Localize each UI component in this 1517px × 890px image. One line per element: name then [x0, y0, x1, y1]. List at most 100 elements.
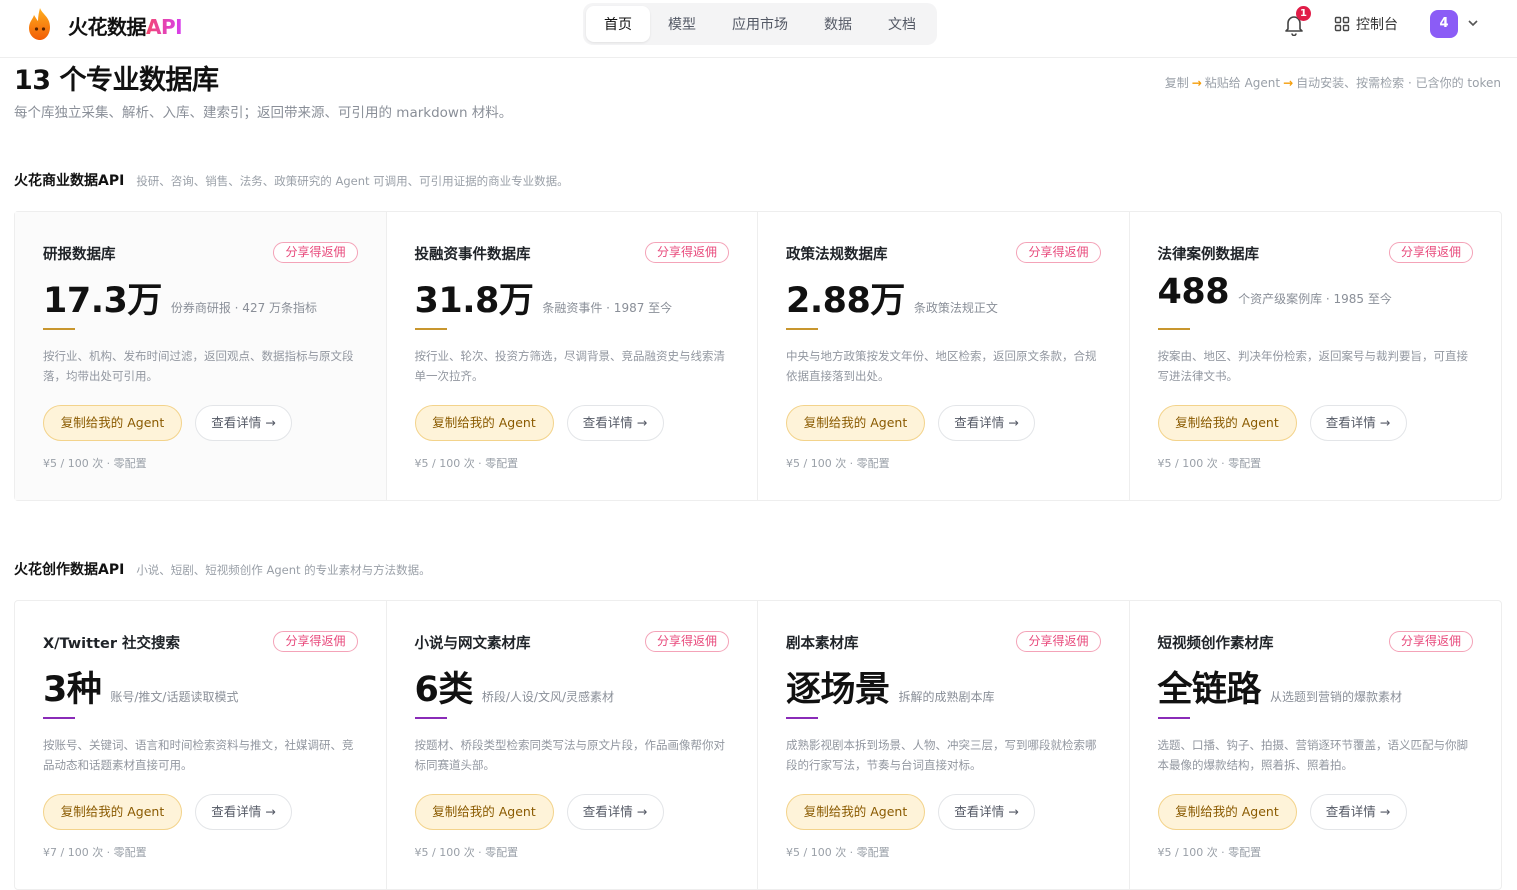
view-details-button[interactable]: 查看详情 →	[938, 794, 1035, 830]
card-title: 短视频创作素材库	[1157, 636, 1274, 652]
card-description: 中央与地方政策按发文年份、地区检索，返回原文条款，合规依据直接落到出处。	[786, 349, 1097, 383]
share-rebate-badge[interactable]: 分享得返佣	[1388, 631, 1473, 652]
card-description: 按案由、地区、判决年份检索，返回案号与裁判要旨，可直接写进法律文书。	[1157, 349, 1469, 383]
share-rebate-badge[interactable]: 分享得返佣	[273, 631, 358, 652]
share-rebate-badge[interactable]: 分享得返佣	[1388, 242, 1473, 263]
card-description: 按题材、桥段类型检索同类写法与原文片段，作品画像帮你对标同赛道头部。	[414, 738, 726, 772]
price-info: ¥5 / 100 次 · 零配置	[1157, 457, 1262, 470]
price-info: ¥5 / 100 次 · 零配置	[786, 457, 890, 470]
card-description: 成熟影视剧本拆到场景、人物、冲突三层，写到哪段就检索哪段的行家写法，节奏与台词直…	[786, 738, 1097, 772]
database-card[interactable]: 短视频创作素材库 分享得返佣 全链路 从选题到营销的爆款素材 选题、口播、钩子、…	[1130, 601, 1502, 889]
nav-item-home[interactable]: 首页	[586, 6, 650, 42]
card-stat: 31.8万 条融资事件 · 1987 至今	[415, 272, 673, 323]
usage-step-paste: 粘贴给 Agent	[1204, 76, 1281, 90]
view-details-button[interactable]: 查看详情 →	[1309, 405, 1407, 441]
price-info: ¥5 / 100 次 · 零配置	[786, 846, 890, 859]
database-card[interactable]: X/Twitter 社交搜索 分享得返佣 3种 账号/推文/话题读取模式 按账号…	[15, 601, 387, 889]
card-stat: 488 个资产级案例库 · 1985 至今	[1158, 272, 1392, 312]
share-rebate-badge[interactable]: 分享得返佣	[273, 242, 358, 263]
view-details-button[interactable]: 查看详情 →	[195, 405, 292, 441]
share-rebate-badge[interactable]: 分享得返佣	[644, 242, 729, 263]
view-details-button[interactable]: 查看详情 →	[938, 405, 1035, 441]
card-stat: 全链路 从选题到营销的爆款素材	[1158, 661, 1403, 712]
stat-value: 3种	[43, 670, 102, 710]
share-rebate-badge[interactable]: 分享得返佣	[1016, 242, 1101, 263]
flame-logo-icon[interactable]	[24, 6, 56, 42]
section-title: 火花创作数据API	[14, 562, 125, 578]
copy-to-agent-button[interactable]: 复制给我的 Agent	[786, 405, 925, 441]
section-description: 投研、咨询、销售、法务、政策研究的 Agent 可调用、可引用证据的商业专业数据…	[136, 174, 569, 188]
price-info: ¥5 / 100 次 · 零配置	[414, 846, 519, 859]
copy-to-agent-button[interactable]: 复制给我的 Agent	[1157, 794, 1297, 830]
view-details-button[interactable]: 查看详情 →	[1309, 794, 1407, 830]
usage-steps: 复制 → 粘贴给 Agent → 自动安装、按需检索 · 已含你的 token	[1165, 74, 1501, 91]
notification-badge: 1	[1296, 6, 1311, 21]
stat-value: 31.8万	[414, 281, 534, 321]
stat-label: 从选题到营销的爆款素材	[1270, 690, 1403, 704]
accent-divider	[43, 717, 75, 719]
database-card[interactable]: 政策法规数据库 分享得返佣 2.88万 条政策法规正文 中央与地方政策按发文年份…	[758, 212, 1130, 500]
copy-to-agent-button[interactable]: 复制给我的 Agent	[43, 794, 182, 830]
card-title: 研报数据库	[43, 247, 116, 263]
stat-label: 条政策法规正文	[913, 301, 998, 315]
section-header-creative: 火花创作数据API 小说、短剧、短视频创作 Agent 的专业素材与方法数据。	[14, 559, 431, 579]
stat-label: 份券商研报 · 427 万条指标	[170, 301, 318, 315]
stat-label: 拆解的成熟剧本库	[898, 690, 995, 704]
usage-step-install: 自动安装、按需检索 · 已含你的 token	[1296, 76, 1501, 90]
copy-to-agent-button[interactable]: 复制给我的 Agent	[414, 405, 554, 441]
page-title: 13 个专业数据库	[14, 65, 219, 96]
view-details-button[interactable]: 查看详情 →	[566, 405, 664, 441]
section-header-business: 火花商业数据API 投研、咨询、销售、法务、政策研究的 Agent 可调用、可引…	[14, 170, 569, 190]
copy-to-agent-button[interactable]: 复制给我的 Agent	[786, 794, 925, 830]
card-grid-business: 研报数据库 分享得返佣 17.3万 份券商研报 · 427 万条指标 按行业、机…	[14, 211, 1502, 501]
avatar[interactable]: 4	[1430, 10, 1458, 38]
share-rebate-badge[interactable]: 分享得返佣	[644, 631, 729, 652]
accent-divider	[1157, 717, 1190, 719]
stat-value: 6类	[414, 670, 474, 710]
console-link[interactable]: 控制台	[1334, 14, 1398, 34]
stat-label: 桥段/人设/文风/灵感素材	[481, 690, 614, 704]
nav-item-models[interactable]: 模型	[650, 6, 714, 42]
stat-value: 2.88万	[786, 281, 905, 321]
section-title: 火花商业数据API	[14, 173, 125, 189]
copy-to-agent-button[interactable]: 复制给我的 Agent	[414, 794, 554, 830]
top-bar: 火花数据API 首页 模型 应用市场 数据 文档 1 控制台 4	[0, 0, 1517, 58]
copy-to-agent-button[interactable]: 复制给我的 Agent	[1157, 405, 1297, 441]
stat-label: 个资产级案例库 · 1985 至今	[1238, 292, 1392, 306]
database-card[interactable]: 剧本素材库 分享得返佣 逐场景 拆解的成熟剧本库 成熟影视剧本拆到场景、人物、冲…	[758, 601, 1130, 889]
main-nav: 首页 模型 应用市场 数据 文档	[583, 3, 937, 45]
price-info: ¥5 / 100 次 · 零配置	[43, 457, 147, 470]
card-title: 小说与网文素材库	[414, 636, 531, 652]
copy-to-agent-button[interactable]: 复制给我的 Agent	[43, 405, 182, 441]
card-description: 按行业、轮次、投资方筛选，尽调背景、竞品融资史与线索清单一次拉齐。	[414, 349, 726, 383]
accent-divider	[43, 328, 75, 330]
chevron-down-icon[interactable]	[1466, 16, 1480, 30]
database-card[interactable]: 研报数据库 分享得返佣 17.3万 份券商研报 · 427 万条指标 按行业、机…	[15, 212, 387, 500]
card-description: 按账号、关键词、语言和时间检索资料与推文，社媒调研、竞品动态和话题素材直接可用。	[43, 738, 354, 772]
stat-value: 17.3万	[43, 281, 162, 321]
nav-item-docs[interactable]: 文档	[870, 6, 934, 42]
nav-item-app-market[interactable]: 应用市场	[714, 6, 806, 42]
database-card[interactable]: 小说与网文素材库 分享得返佣 6类 桥段/人设/文风/灵感素材 按题材、桥段类型…	[387, 601, 758, 889]
grid-icon	[1334, 16, 1350, 32]
arrow-right-icon: →	[1191, 75, 1202, 90]
card-description: 按行业、机构、发布时间过滤，返回观点、数据指标与原文段落，均带出处可引用。	[43, 349, 354, 383]
database-card[interactable]: 投融资事件数据库 分享得返佣 31.8万 条融资事件 · 1987 至今 按行业…	[387, 212, 758, 500]
price-info: ¥5 / 100 次 · 零配置	[414, 457, 519, 470]
page-subtitle: 每个库独立采集、解析、入库、建索引；返回带来源、可引用的 markdown 材料…	[14, 105, 513, 121]
stat-label: 条融资事件 · 1987 至今	[542, 301, 673, 315]
console-label: 控制台	[1356, 17, 1398, 33]
price-info: ¥7 / 100 次 · 零配置	[43, 846, 147, 859]
stat-value: 全链路	[1157, 670, 1262, 710]
arrow-right-icon: →	[1283, 75, 1294, 90]
card-title: 剧本素材库	[786, 636, 859, 652]
card-stat: 17.3万 份券商研报 · 427 万条指标	[43, 272, 317, 323]
share-rebate-badge[interactable]: 分享得返佣	[1016, 631, 1101, 652]
view-details-button[interactable]: 查看详情 →	[195, 794, 292, 830]
card-title: 投融资事件数据库	[414, 247, 531, 263]
database-card[interactable]: 法律案例数据库 分享得返佣 488 个资产级案例库 · 1985 至今 按案由、…	[1130, 212, 1502, 500]
nav-item-data[interactable]: 数据	[806, 6, 870, 42]
view-details-button[interactable]: 查看详情 →	[566, 794, 664, 830]
stat-value: 488	[1157, 272, 1230, 312]
brand-name[interactable]: 火花数据API	[68, 11, 183, 40]
